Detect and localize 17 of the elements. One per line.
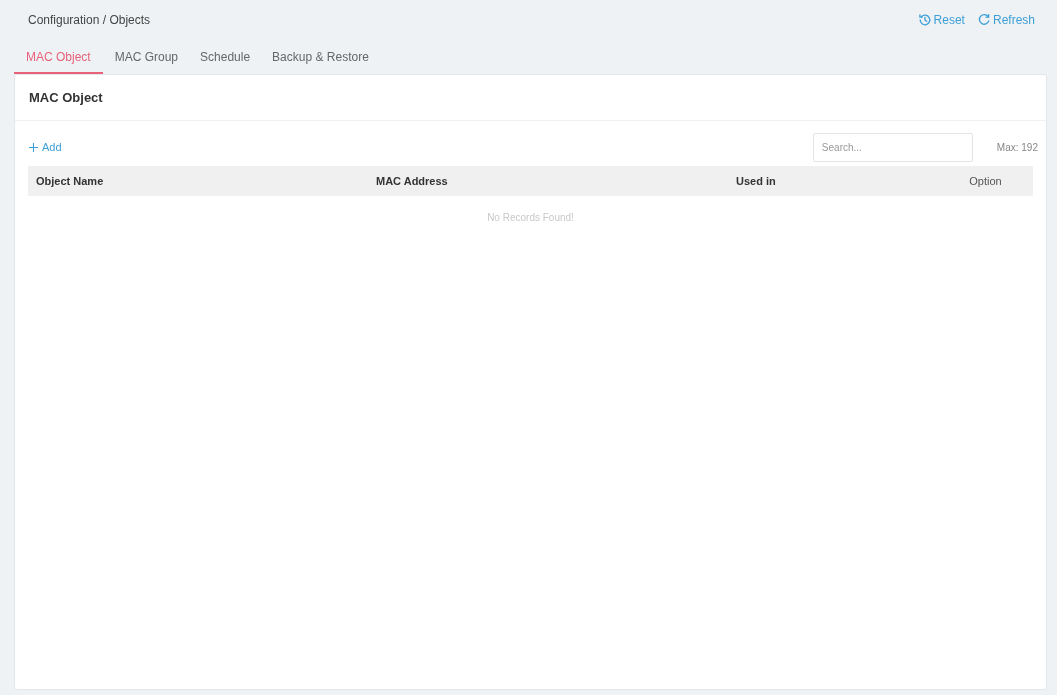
max-count: Max: 192 bbox=[996, 141, 1038, 155]
search-field[interactable]: Search... bbox=[812, 133, 973, 162]
panel-title: MAC Object bbox=[29, 88, 103, 107]
column-header: Option bbox=[968, 173, 1003, 189]
tab[interactable]: Schedule bbox=[190, 44, 261, 74]
column-header: Object Name bbox=[36, 173, 105, 189]
tab[interactable]: Backup & Restore bbox=[262, 44, 379, 74]
history-icon bbox=[917, 13, 932, 27]
refresh-link[interactable]: Refresh bbox=[976, 11, 1035, 29]
tab[interactable]: MAC Group bbox=[104, 44, 189, 74]
add-button[interactable]: Add bbox=[29, 139, 62, 156]
breadcrumb: Configuration / Objects bbox=[28, 12, 151, 29]
column-header: MAC Address bbox=[376, 173, 449, 189]
refresh-icon bbox=[976, 13, 991, 27]
column-header: Used in bbox=[736, 173, 777, 189]
reset-link[interactable]: Reset bbox=[917, 11, 965, 29]
plus-icon bbox=[29, 143, 38, 152]
